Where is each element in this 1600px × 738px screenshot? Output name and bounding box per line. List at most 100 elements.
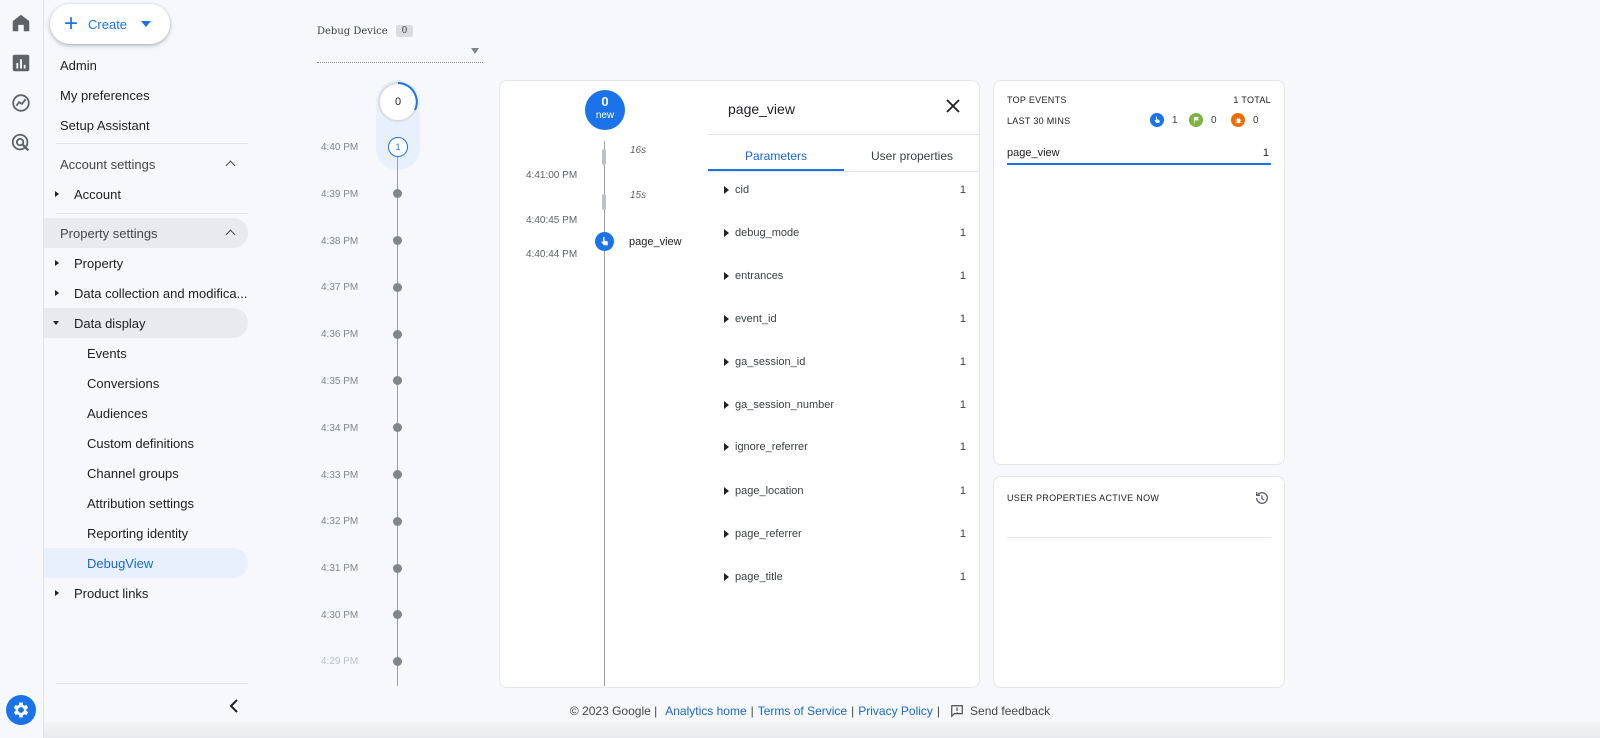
feedback-icon bbox=[951, 705, 963, 718]
param-count: 1 bbox=[959, 313, 966, 325]
chevron-up-icon bbox=[225, 160, 236, 171]
expand-arrow-icon bbox=[55, 260, 59, 266]
minute-dot[interactable] bbox=[393, 470, 402, 479]
top-events-total: 1 TOTAL bbox=[1233, 95, 1271, 105]
gap-bar bbox=[602, 194, 606, 210]
nav-property[interactable]: Property bbox=[44, 248, 248, 278]
tab-parameters[interactable]: Parameters bbox=[708, 149, 844, 163]
expand-arrow-icon bbox=[724, 358, 729, 366]
minute-dot[interactable] bbox=[393, 376, 402, 385]
nav-product-links[interactable]: Product links bbox=[44, 578, 248, 608]
nav-events[interactable]: Events bbox=[44, 338, 248, 368]
nav-audiences[interactable]: Audiences bbox=[44, 398, 248, 428]
nav-label: Account bbox=[74, 186, 121, 202]
conversion-count-badge: 0 bbox=[1189, 113, 1217, 127]
advertising-icon[interactable] bbox=[10, 132, 32, 154]
nav-data-display[interactable]: Data display bbox=[44, 308, 248, 338]
debug-device-count: 0 bbox=[395, 25, 414, 37]
gap-bar bbox=[602, 149, 606, 165]
param-panel-title: page_view bbox=[728, 101, 795, 117]
nav-conversions[interactable]: Conversions bbox=[44, 368, 248, 398]
gap-duration: 15s bbox=[630, 190, 647, 201]
explore-icon[interactable] bbox=[10, 92, 32, 114]
param-count: 1 bbox=[959, 399, 966, 411]
minute-dot[interactable] bbox=[393, 236, 402, 245]
minute-dot[interactable] bbox=[393, 330, 402, 339]
nav-my-preferences[interactable]: My preferences bbox=[44, 80, 248, 110]
caret-down-icon[interactable] bbox=[141, 21, 152, 27]
nav-setup-assistant[interactable]: Setup Assistant bbox=[44, 110, 248, 140]
nav-data-collection[interactable]: Data collection and modifica... bbox=[44, 278, 248, 308]
param-row[interactable]: page_referrer 1 bbox=[708, 525, 980, 545]
nav-section-account-settings[interactable]: Account settings bbox=[44, 149, 248, 179]
pointer-event-icon bbox=[1150, 113, 1164, 127]
flag-icon bbox=[1189, 113, 1203, 127]
nav-section-property-settings[interactable]: Property settings bbox=[44, 218, 248, 248]
terms-link[interactable]: Terms of Service bbox=[758, 704, 847, 718]
minute-dot[interactable] bbox=[393, 189, 402, 198]
privacy-link[interactable]: Privacy Policy bbox=[858, 704, 933, 718]
chevron-up-icon bbox=[225, 229, 236, 240]
param-count: 1 bbox=[959, 356, 966, 368]
nav-custom-definitions[interactable]: Custom definitions bbox=[44, 428, 248, 458]
home-icon[interactable] bbox=[10, 12, 32, 34]
param-name: page_referrer bbox=[735, 528, 802, 540]
expand-arrow-icon bbox=[55, 590, 59, 596]
minute-dot[interactable] bbox=[393, 423, 402, 432]
new-events-bubble[interactable]: 0 new bbox=[585, 90, 625, 130]
create-label: Create bbox=[88, 16, 128, 32]
param-name: debug_mode bbox=[735, 227, 800, 239]
minute-dot[interactable] bbox=[393, 564, 402, 573]
stream-time: 4:41:00 PM bbox=[526, 170, 578, 181]
close-icon[interactable] bbox=[946, 99, 960, 113]
nav-admin[interactable]: Admin bbox=[44, 50, 248, 80]
top-event-count: 1 bbox=[1262, 147, 1269, 159]
expand-arrow-icon bbox=[724, 229, 729, 237]
timeline-line bbox=[397, 140, 398, 686]
minute-event-count-circle[interactable]: 1 bbox=[388, 137, 408, 157]
minutes-timeline: 0 1 4:40 PM 4:39 PM 4:38 PM 4:37 PM 4:36… bbox=[310, 80, 430, 700]
nav-account[interactable]: Account bbox=[44, 179, 248, 209]
history-icon[interactable] bbox=[1254, 490, 1270, 506]
param-count: 1 bbox=[959, 227, 966, 239]
param-row[interactable]: ga_session_number 1 bbox=[708, 396, 980, 416]
debug-device-selector[interactable]: Debug Device 0 bbox=[317, 25, 414, 37]
param-row[interactable]: ga_session_id 1 bbox=[708, 353, 980, 373]
expand-arrow-icon bbox=[724, 315, 729, 323]
param-name: ga_session_id bbox=[735, 356, 806, 368]
analytics-home-link[interactable]: Analytics home bbox=[665, 704, 746, 718]
top-event-name[interactable]: page_view bbox=[1007, 147, 1271, 159]
minute-dot[interactable] bbox=[393, 657, 402, 666]
dropdown-arrow-icon[interactable] bbox=[471, 48, 479, 54]
param-row[interactable]: debug_mode 1 bbox=[708, 224, 980, 244]
send-feedback-link[interactable]: Send feedback bbox=[950, 704, 1050, 718]
param-name: ga_session_number bbox=[735, 399, 835, 411]
nav-channel-groups[interactable]: Channel groups bbox=[44, 458, 248, 488]
param-row[interactable]: page_title 1 bbox=[708, 568, 980, 588]
minute-dot[interactable] bbox=[393, 610, 402, 619]
minute-label: 4:38 PM bbox=[321, 236, 359, 247]
countdown-arc-icon bbox=[397, 82, 418, 111]
top-events-title: TOP EVENTS bbox=[1007, 95, 1067, 105]
param-row[interactable]: cid 1 bbox=[708, 181, 980, 201]
stream-line bbox=[604, 141, 605, 686]
user-properties-card: USER PROPERTIES ACTIVE NOW bbox=[993, 476, 1285, 688]
nav-reporting-identity[interactable]: Reporting identity bbox=[44, 518, 248, 548]
nav-debugview[interactable]: DebugView bbox=[44, 548, 248, 578]
expand-arrow-icon bbox=[55, 290, 59, 296]
param-row[interactable]: event_id 1 bbox=[708, 310, 980, 330]
stream-event-name[interactable]: page_view bbox=[629, 236, 682, 248]
create-button[interactable]: + Create bbox=[50, 4, 170, 44]
nav-attribution-settings[interactable]: Attribution settings bbox=[44, 488, 248, 518]
expand-arrow-icon bbox=[724, 530, 729, 538]
tab-user-properties[interactable]: User properties bbox=[844, 149, 980, 163]
bottom-shadow bbox=[44, 722, 1600, 738]
minute-dot[interactable] bbox=[393, 283, 402, 292]
pointer-event-icon[interactable] bbox=[595, 232, 614, 251]
minute-dot[interactable] bbox=[393, 517, 402, 526]
param-row[interactable]: entrances 1 bbox=[708, 267, 980, 287]
nav-label: Data collection and modifica... bbox=[74, 285, 248, 301]
param-row[interactable]: page_location 1 bbox=[708, 482, 980, 502]
param-row[interactable]: ignore_referrer 1 bbox=[708, 438, 980, 458]
reports-icon[interactable] bbox=[10, 52, 32, 74]
